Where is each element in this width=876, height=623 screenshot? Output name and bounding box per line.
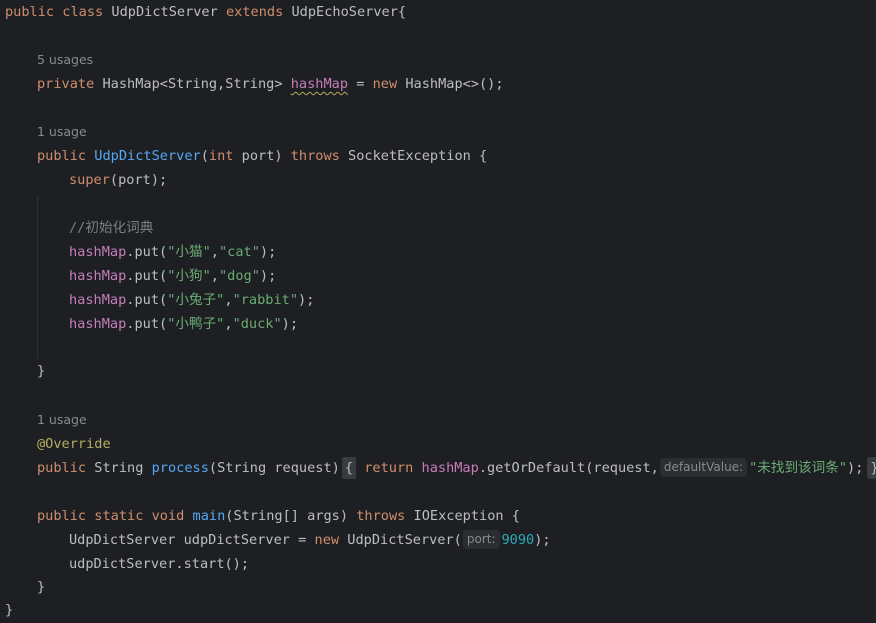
field-ref: hashMap bbox=[69, 268, 127, 284]
params: (String[] args) bbox=[225, 508, 357, 524]
comma: , bbox=[224, 316, 233, 332]
string-literal: "小鸭子" bbox=[167, 316, 225, 332]
stmt-end: ); bbox=[259, 268, 277, 284]
param-hint-port: port: bbox=[462, 530, 500, 549]
code-line-field[interactable]: private HashMap<String,String> hashMap =… bbox=[37, 72, 504, 96]
brace: } bbox=[37, 363, 46, 379]
keyword: class bbox=[62, 4, 104, 20]
code-line-instantiate[interactable]: UdpDictServer udpDictServer = new UdpDic… bbox=[69, 528, 551, 552]
field-type: HashMap<String,String> bbox=[102, 76, 283, 92]
field-ref: hashMap bbox=[421, 460, 479, 476]
fold-open-brace[interactable]: { bbox=[341, 457, 357, 479]
method-name[interactable]: process bbox=[152, 460, 209, 476]
annotation: @Override bbox=[37, 436, 111, 452]
string-literal: "rabbit" bbox=[232, 292, 299, 308]
code-line-close[interactable]: } bbox=[5, 598, 13, 622]
paren: ( bbox=[200, 148, 209, 164]
code-line-process[interactable]: public String process(String request){ r… bbox=[37, 456, 876, 480]
code-line-close[interactable]: } bbox=[37, 359, 45, 383]
method-call: .put( bbox=[126, 244, 168, 260]
keyword: new bbox=[314, 532, 340, 548]
string-literal: "duck" bbox=[232, 316, 282, 332]
stmt-end: ); bbox=[534, 532, 551, 548]
brace: { bbox=[397, 4, 407, 20]
string-literal: "dog" bbox=[218, 268, 260, 284]
brace: } bbox=[37, 579, 46, 595]
string-literal: "小猫" bbox=[167, 244, 211, 260]
keyword: public bbox=[37, 148, 87, 164]
brace: } bbox=[5, 602, 14, 618]
keyword: public bbox=[5, 4, 55, 20]
keyword: void bbox=[151, 508, 185, 524]
number-literal: 9090 bbox=[501, 532, 535, 548]
stmt-end: ); bbox=[298, 292, 315, 308]
keyword: return bbox=[364, 460, 414, 476]
keyword: new bbox=[372, 76, 398, 92]
constructor-name[interactable]: UdpDictServer bbox=[94, 148, 200, 164]
usages-hint[interactable]: 5 usages bbox=[37, 50, 93, 70]
keyword: throws bbox=[290, 148, 340, 164]
keyword: static bbox=[94, 508, 144, 524]
comma: , bbox=[210, 244, 219, 260]
constructor-call: UdpDictServer( bbox=[347, 532, 462, 548]
keyword: private bbox=[37, 76, 95, 92]
comment: //初始化词典 bbox=[69, 220, 154, 236]
keyword: throws bbox=[356, 508, 406, 524]
method-call: .put( bbox=[126, 316, 168, 332]
stmt-end: ); bbox=[281, 316, 299, 332]
string-literal: "小狗" bbox=[167, 268, 211, 284]
keyword: extends bbox=[226, 4, 284, 20]
code-line-close[interactable]: } bbox=[37, 575, 45, 599]
method-call: udpDictServer.start(); bbox=[69, 556, 250, 572]
operator: = bbox=[348, 76, 373, 92]
stmt-end: ); bbox=[847, 460, 864, 476]
method-call: .put( bbox=[126, 292, 168, 308]
field-ref: hashMap bbox=[69, 244, 127, 260]
usages-hint[interactable]: 1 usage bbox=[37, 122, 87, 142]
keyword: int bbox=[208, 148, 234, 164]
keyword: super bbox=[69, 172, 110, 188]
string-literal: "未找到该词条" bbox=[749, 460, 848, 476]
code-line-put[interactable]: hashMap.put("小兔子","rabbit"); bbox=[69, 288, 314, 312]
code-line-put[interactable]: hashMap.put("小狗","dog"); bbox=[69, 264, 276, 288]
method-name[interactable]: main bbox=[193, 508, 226, 524]
local-decl: UdpDictServer udpDictServer = bbox=[69, 532, 315, 548]
code-line-annotation[interactable]: @Override bbox=[37, 432, 111, 456]
params: (String request) bbox=[208, 460, 340, 476]
code-line-start[interactable]: udpDictServer.start(); bbox=[69, 552, 249, 576]
field-ref: hashMap bbox=[69, 316, 127, 332]
comma: , bbox=[210, 268, 219, 284]
code-line-main[interactable]: public static void main(String[] args) t… bbox=[37, 504, 520, 528]
usages-hint[interactable]: 1 usage bbox=[37, 410, 87, 430]
code-line-constructor[interactable]: public UdpDictServer(int port) throws So… bbox=[37, 144, 487, 168]
args: (port); bbox=[109, 172, 168, 188]
indent-guide bbox=[37, 196, 38, 358]
method-call: .getOrDefault(request, bbox=[478, 460, 659, 476]
exception-type: IOException { bbox=[413, 508, 520, 524]
stmt-end: ); bbox=[259, 244, 277, 260]
string-literal: "小兔子" bbox=[167, 292, 225, 308]
fold-close-brace[interactable]: } bbox=[867, 457, 876, 479]
keyword: public bbox=[37, 460, 87, 476]
code-line-comment[interactable]: //初始化词典 bbox=[69, 216, 153, 240]
param-hint-default-value: defaultValue: bbox=[659, 458, 748, 477]
class-name[interactable]: UdpDictServer bbox=[111, 4, 217, 20]
code-editor[interactable]: public class UdpDictServer extends UdpEc… bbox=[0, 0, 876, 623]
string-literal: "cat" bbox=[218, 244, 260, 260]
field-ref: hashMap bbox=[69, 292, 127, 308]
code-line-put[interactable]: hashMap.put("小猫","cat"); bbox=[69, 240, 276, 264]
comma: , bbox=[224, 292, 233, 308]
field-init: HashMap<>(); bbox=[405, 76, 504, 92]
code-line-put[interactable]: hashMap.put("小鸭子","duck"); bbox=[69, 312, 298, 336]
keyword: public bbox=[37, 508, 87, 524]
return-type: String bbox=[94, 460, 144, 476]
exception-type: SocketException { bbox=[348, 148, 488, 164]
code-line-super[interactable]: super(port); bbox=[69, 168, 167, 192]
param: port) bbox=[233, 148, 291, 164]
method-call: .put( bbox=[126, 268, 168, 284]
parent-class[interactable]: UdpEchoServer bbox=[291, 4, 397, 20]
field-name[interactable]: hashMap bbox=[291, 76, 348, 92]
code-line-class-decl[interactable]: public class UdpDictServer extends UdpEc… bbox=[5, 0, 406, 24]
